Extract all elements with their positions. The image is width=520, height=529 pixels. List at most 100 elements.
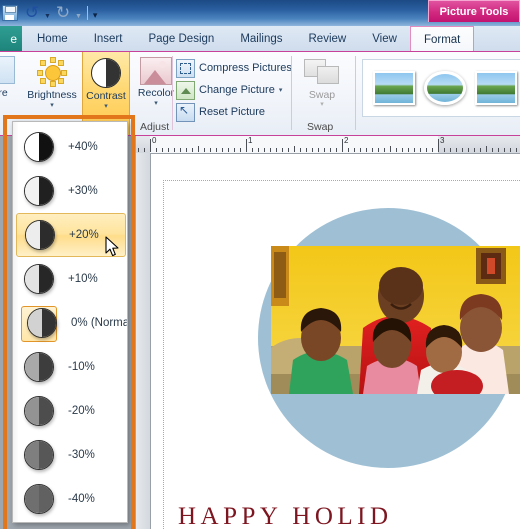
ruler-tick (252, 148, 253, 152)
ribbon-tab-strip: e Home Insert Page Design Mailings Revie… (0, 26, 520, 52)
contrast-menu-item[interactable]: +30% (16, 169, 126, 213)
picture-style-frame-2[interactable] (475, 71, 517, 105)
ruler-tick (258, 148, 259, 152)
ruler-tick (402, 148, 403, 152)
contrast-menu-item[interactable]: +10% (16, 257, 126, 301)
contrast-swatch-icon (24, 484, 54, 514)
ruler-tick (210, 148, 211, 152)
ruler-tick (246, 139, 247, 152)
ruler-tick (420, 148, 421, 152)
ruler-tick (138, 148, 139, 152)
ruler-tick (192, 148, 193, 152)
family-photo[interactable] (271, 246, 520, 394)
contrast-swatch-icon (24, 132, 54, 162)
vertical-ruler[interactable] (136, 153, 151, 529)
tab-file[interactable]: e (0, 26, 22, 52)
contrast-icon (91, 58, 121, 88)
ruler-tick (498, 148, 499, 152)
ruler-tick (282, 148, 283, 152)
ruler-tick (222, 148, 223, 152)
save-button[interactable] (0, 3, 20, 23)
tab-home[interactable]: Home (24, 26, 81, 52)
group-separator-3 (355, 56, 356, 130)
contrast-dropdown-arrow[interactable]: ▾ (83, 103, 129, 111)
brightness-button[interactable]: Brightness ▾ (24, 55, 80, 110)
contrast-menu-item[interactable]: -20% (16, 389, 126, 433)
tab-format[interactable]: Format (409, 26, 475, 52)
contextual-tab-label: Picture Tools (439, 5, 509, 18)
compress-pictures-button[interactable]: Compress Pictures (176, 57, 292, 79)
greeting-text[interactable]: HAPPY HOLID (178, 503, 393, 529)
undo-button[interactable]: ↺ (22, 3, 42, 23)
contrast-menu-item[interactable]: -40% (16, 477, 126, 521)
reset-picture-button[interactable]: Reset Picture (176, 101, 286, 123)
contrast-dropdown-menu[interactable]: +40% +30% +20% +10% 0% (Normal) -10% -20% -30% -… (12, 121, 128, 523)
change-picture-dropdown-arrow[interactable]: ▾ (279, 86, 283, 94)
ruler-tick (156, 148, 157, 152)
tab-mailings[interactable]: Mailings (227, 26, 295, 52)
swap-dropdown-arrow[interactable]: ▾ (296, 101, 348, 109)
quick-access-toolbar: ↺ ▼ ↻ ▼ ▾ (0, 2, 97, 24)
customize-qat-button[interactable]: ▾ (93, 6, 98, 20)
ruler-tick (480, 148, 481, 152)
picture-button[interactable]: re (0, 56, 20, 99)
ruler-tick (414, 148, 415, 152)
mouse-pointer (105, 236, 120, 258)
brightness-label: Brightness (27, 89, 77, 101)
change-picture-icon (176, 80, 195, 100)
picture-styles-gallery[interactable] (362, 59, 520, 117)
group-separator-2 (291, 56, 292, 130)
picture-style-frame[interactable] (373, 71, 415, 105)
contextual-tab-picture-tools: Picture Tools (428, 0, 520, 22)
redo-button[interactable]: ↻ (53, 3, 73, 23)
ruler-tick (342, 139, 343, 152)
ruler-tick (336, 148, 337, 152)
undo-dropdown-arrow[interactable]: ▼ (44, 7, 51, 20)
picture-style-oval[interactable] (424, 71, 466, 105)
tab-review[interactable]: Review (296, 26, 360, 52)
ruler-tick (312, 148, 313, 152)
ruler-tick (228, 148, 229, 152)
tab-page-design[interactable]: Page Design (135, 26, 227, 52)
ruler-tick (450, 148, 451, 152)
ruler-tick (264, 148, 265, 152)
ruler-tick (198, 146, 199, 152)
ruler-tick (216, 148, 217, 152)
ruler-tick (330, 148, 331, 152)
ruler-tick (348, 148, 349, 152)
contrast-swatch-icon (24, 352, 54, 382)
ruler-tick (516, 148, 517, 152)
ruler-number: 1 (248, 136, 253, 145)
ruler-tick (378, 148, 379, 152)
contrast-menu-item[interactable]: 0% (Normal) (16, 301, 127, 345)
change-picture-button[interactable]: Change Picture ▾ (176, 79, 286, 101)
ruler-number: 3 (440, 136, 445, 145)
brightness-dropdown-arrow[interactable]: ▾ (24, 102, 80, 110)
contrast-menu-item[interactable]: -30% (16, 433, 126, 477)
contrast-menu-item[interactable]: +40% (16, 125, 126, 169)
ruler-tick (234, 148, 235, 152)
tab-file-label: e (10, 32, 17, 46)
tab-review-label: Review (308, 33, 347, 45)
contrast-menu-item-label: +40% (68, 141, 98, 153)
contrast-menu-item[interactable]: -10% (16, 345, 126, 389)
tab-mailings-label: Mailings (240, 33, 283, 45)
ruler-tick (462, 148, 463, 152)
swap-button[interactable]: Swap ▾ (296, 55, 348, 109)
contrast-swatch-icon (24, 264, 54, 294)
tab-insert[interactable]: Insert (81, 26, 136, 52)
publication-page[interactable]: HAPPY HOLID (151, 154, 520, 529)
reset-picture-label: Reset Picture (199, 106, 266, 118)
horizontal-ruler[interactable]: 0 1 2 3 (136, 136, 520, 154)
contrast-swatch-icon (27, 308, 57, 338)
contrast-menu-item-label: -20% (68, 405, 95, 417)
swap-icon (304, 57, 340, 87)
redo-dropdown-arrow[interactable]: ▼ (75, 7, 82, 20)
ruler-tick (360, 148, 361, 152)
ruler-number: 0 (152, 136, 157, 145)
ruler-tick (168, 148, 169, 152)
ruler-tick (438, 139, 439, 152)
tab-view[interactable]: View (359, 26, 410, 52)
undo-icon: ↺ (24, 2, 40, 23)
adjust-commands: Compress Pictures Change Picture ▾ Reset… (176, 57, 292, 123)
